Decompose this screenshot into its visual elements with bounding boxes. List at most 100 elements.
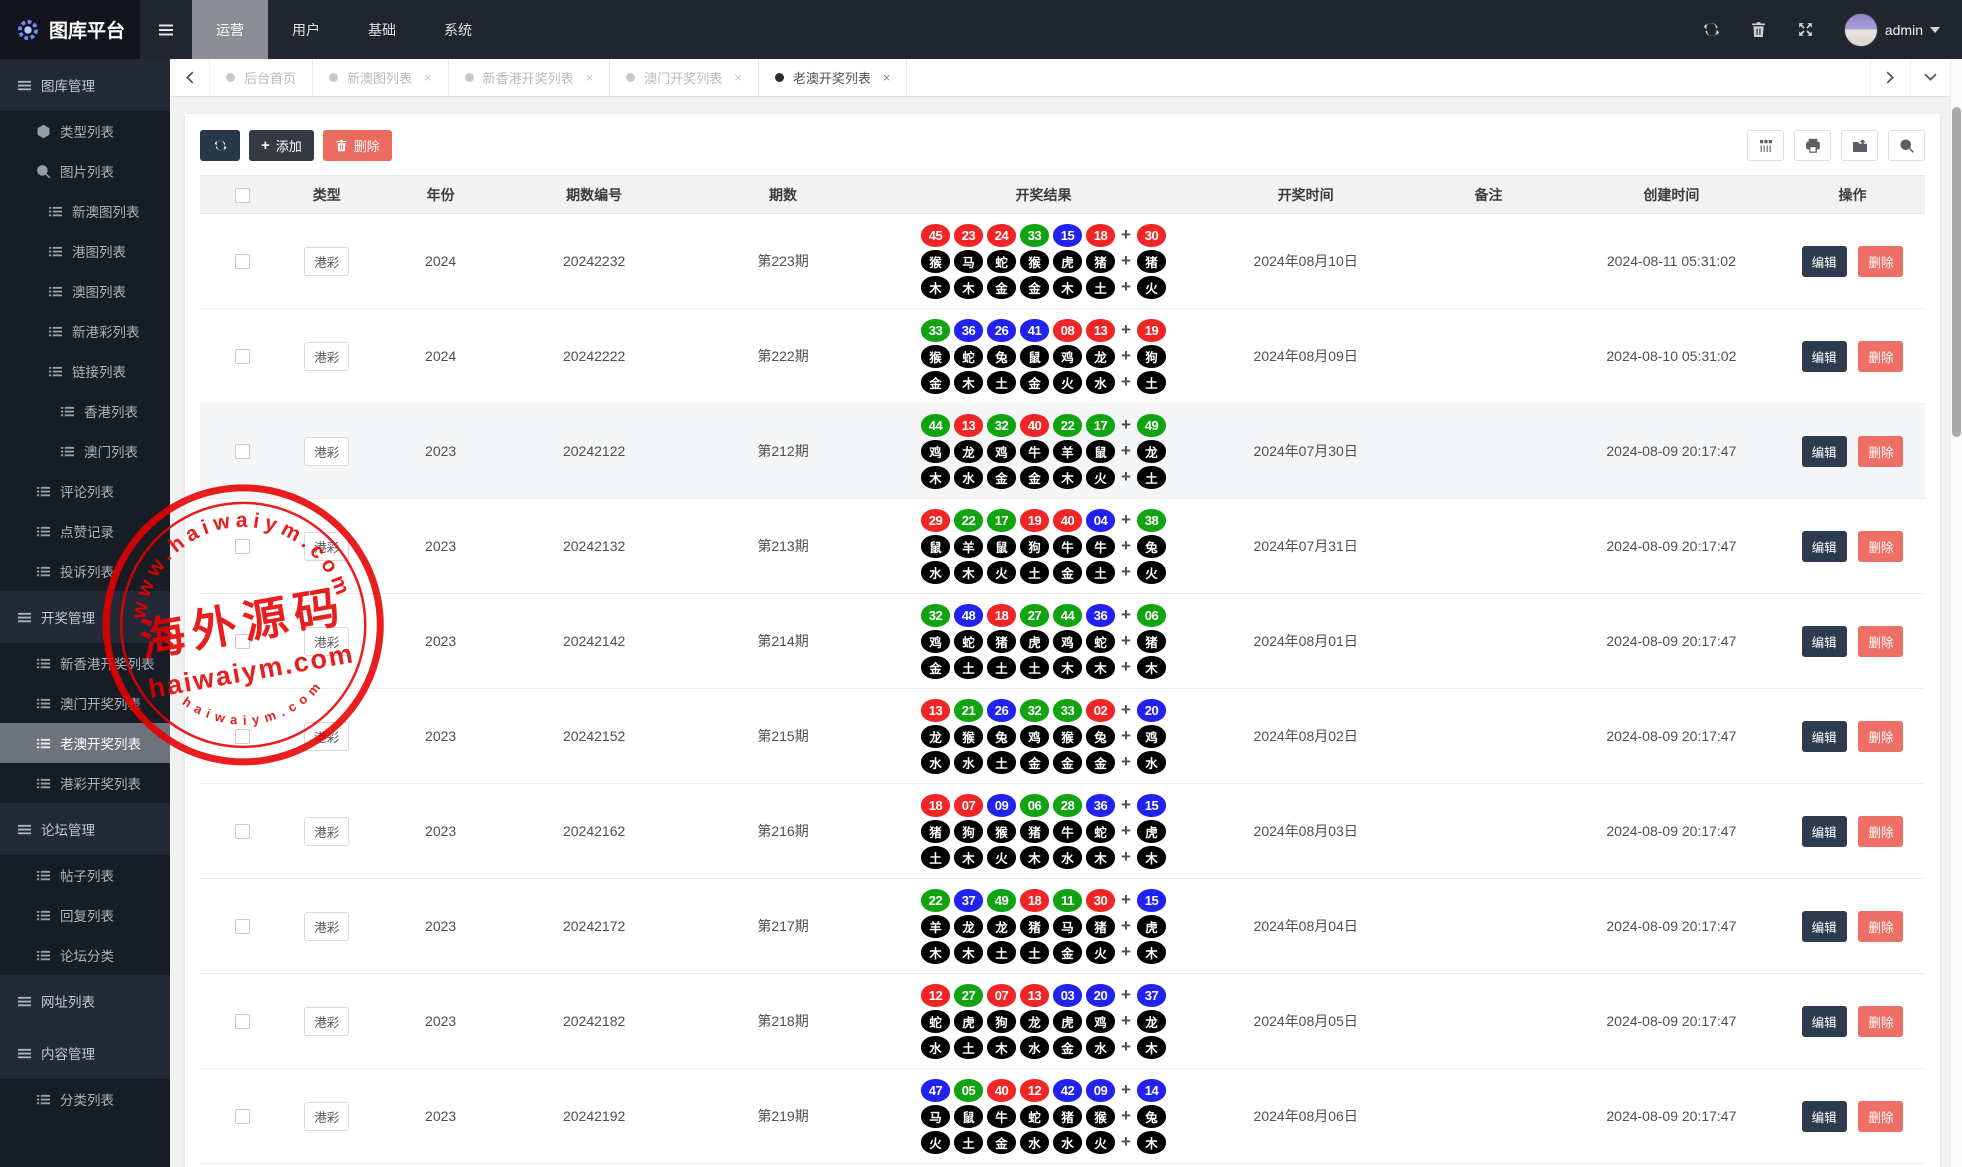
row-checkbox[interactable] <box>234 349 250 365</box>
sidebar-item[interactable]: 图片列表 <box>0 151 170 191</box>
column-header: 创建时间 <box>1562 175 1781 214</box>
row-delete-button[interactable]: 删除 <box>1858 1005 1904 1037</box>
row-delete-button[interactable]: 删除 <box>1858 720 1904 752</box>
nav-item[interactable]: 用户 <box>268 0 344 59</box>
result-ball: 木 <box>921 465 951 489</box>
export-button[interactable] <box>1841 130 1878 161</box>
result-line: 鸡蛇猪虎鸡蛇 + 猪 <box>890 629 1197 653</box>
sidebar-item[interactable]: 帖子列表 <box>0 855 170 895</box>
row-checkbox[interactable] <box>234 444 250 460</box>
sidebar-item[interactable]: 网址列表 <box>0 975 170 1027</box>
row-checkbox[interactable] <box>234 634 250 650</box>
sidebar-item[interactable]: 投诉列表 <box>0 551 170 591</box>
tab-close-icon[interactable]: × <box>586 70 594 85</box>
sidebar-item[interactable]: 回复列表 <box>0 895 170 935</box>
edit-button[interactable]: 编辑 <box>1801 245 1847 277</box>
row-checkbox[interactable] <box>234 824 250 840</box>
edit-button[interactable]: 编辑 <box>1801 910 1847 942</box>
row-checkbox[interactable] <box>234 1109 250 1125</box>
sidebar-item[interactable]: 类型列表 <box>0 111 170 151</box>
result-ball: 马 <box>954 249 984 273</box>
row-delete-button[interactable]: 删除 <box>1858 340 1904 372</box>
columns-button[interactable] <box>1747 130 1784 161</box>
tabs-scroll-left[interactable] <box>170 59 210 96</box>
user-menu[interactable]: admin <box>1843 12 1940 47</box>
row-delete-button[interactable]: 删除 <box>1858 815 1904 847</box>
select-all-checkbox[interactable] <box>234 187 250 203</box>
printer-icon <box>1805 138 1820 153</box>
tab-close-icon[interactable]: × <box>424 70 432 85</box>
row-checkbox[interactable] <box>234 1014 250 1030</box>
sidebar-item[interactable]: 新澳图列表 <box>0 191 170 231</box>
sidebar-item[interactable]: 港图列表 <box>0 231 170 271</box>
refresh-button[interactable] <box>200 130 240 161</box>
scrollbar-thumb[interactable] <box>1952 107 1961 437</box>
tab[interactable]: 澳门开奖列表 × <box>610 59 759 96</box>
result-ball: 火 <box>1086 940 1116 964</box>
result-ball: 木 <box>954 370 984 394</box>
sidebar-item[interactable]: 内容管理 <box>0 1027 170 1079</box>
sidebar-item[interactable]: 开奖管理 <box>0 591 170 643</box>
tab-close-icon[interactable]: × <box>734 70 742 85</box>
delete-button[interactable]: 删除 <box>322 130 392 161</box>
tab[interactable]: 老澳开奖列表 × <box>759 59 908 96</box>
edit-button[interactable]: 编辑 <box>1801 1005 1847 1037</box>
edit-button[interactable]: 编辑 <box>1801 815 1847 847</box>
sidebar-item[interactable]: 香港列表 <box>0 391 170 431</box>
sidebar-item[interactable]: 澳图列表 <box>0 271 170 311</box>
edit-button[interactable]: 编辑 <box>1801 530 1847 562</box>
sidebar-item[interactable]: 分类列表 <box>0 1079 170 1119</box>
tab-label: 后台首页 <box>244 71 297 86</box>
sidebar-item[interactable]: 澳门开奖列表 <box>0 683 170 723</box>
sidebar-item[interactable]: 点赞记录 <box>0 511 170 551</box>
refresh-icon[interactable] <box>1703 21 1720 38</box>
nav-item[interactable]: 基础 <box>344 0 420 59</box>
edit-button[interactable]: 编辑 <box>1801 720 1847 752</box>
tabs-menu-toggle[interactable] <box>1910 59 1950 96</box>
row-checkbox[interactable] <box>234 539 250 555</box>
nav-item[interactable]: 系统 <box>420 0 496 59</box>
actions-cell: 编辑 删除 <box>1780 308 1925 404</box>
fullscreen-icon[interactable] <box>1797 21 1814 38</box>
list-icon <box>48 244 63 259</box>
tab-close-icon[interactable]: × <box>883 70 891 85</box>
row-delete-button[interactable]: 删除 <box>1858 245 1904 277</box>
tab[interactable]: 新香港开奖列表 × <box>449 59 611 96</box>
plus-separator: + <box>1121 372 1131 391</box>
print-button[interactable] <box>1794 130 1831 161</box>
sidebar-item[interactable]: 链接列表 <box>0 351 170 391</box>
row-delete-button[interactable]: 删除 <box>1858 530 1904 562</box>
vertical-scrollbar[interactable] <box>1950 59 1962 1167</box>
sidebar-item[interactable]: 澳门列表 <box>0 431 170 471</box>
row-checkbox[interactable] <box>234 729 250 745</box>
sidebar-item[interactable]: 新香港开奖列表 <box>0 643 170 683</box>
sidebar-toggle-icon[interactable] <box>140 0 192 59</box>
sidebar-item[interactable]: 论坛管理 <box>0 803 170 855</box>
avatar[interactable] <box>1843 12 1878 47</box>
sidebar-item[interactable]: 论坛分类 <box>0 935 170 975</box>
row-delete-button[interactable]: 删除 <box>1858 1100 1904 1132</box>
sidebar-item[interactable]: 老澳开奖列表 <box>0 723 170 763</box>
special-ball: 木 <box>1136 845 1166 869</box>
row-delete-button[interactable]: 删除 <box>1858 625 1904 657</box>
nav-item[interactable]: 运营 <box>192 0 268 59</box>
tab[interactable]: 后台首页 <box>210 59 314 96</box>
sidebar-item[interactable]: 图库管理 <box>0 59 170 111</box>
add-button[interactable]: + 添加 <box>249 130 314 161</box>
sidebar-item[interactable]: 港彩开奖列表 <box>0 763 170 803</box>
row-checkbox[interactable] <box>234 254 250 270</box>
app-logo[interactable]: 图库平台 <box>0 0 140 59</box>
edit-button[interactable]: 编辑 <box>1801 1100 1847 1132</box>
tabs-scroll-right[interactable] <box>1870 59 1910 96</box>
row-checkbox[interactable] <box>234 919 250 935</box>
tab[interactable]: 新澳图列表 × <box>313 59 449 96</box>
edit-button[interactable]: 编辑 <box>1801 625 1847 657</box>
sidebar-item[interactable]: 新港彩列表 <box>0 311 170 351</box>
edit-button[interactable]: 编辑 <box>1801 340 1847 372</box>
edit-button[interactable]: 编辑 <box>1801 435 1847 467</box>
trash-icon[interactable] <box>1750 21 1767 38</box>
row-delete-button[interactable]: 删除 <box>1858 435 1904 467</box>
row-delete-button[interactable]: 删除 <box>1858 910 1904 942</box>
search-button[interactable] <box>1888 130 1925 161</box>
sidebar-item[interactable]: 评论列表 <box>0 471 170 511</box>
